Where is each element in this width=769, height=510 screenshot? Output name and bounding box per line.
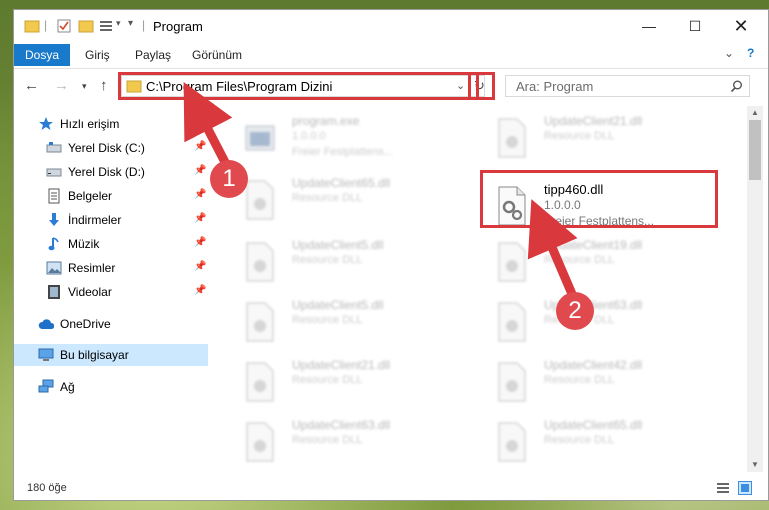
annotation-arrows — [183, 82, 578, 299]
step-badge-2: 2 — [556, 292, 594, 330]
arrow-to-address — [183, 82, 233, 173]
step-badge-1: 1 — [210, 160, 248, 198]
arrow-to-file — [527, 199, 578, 299]
